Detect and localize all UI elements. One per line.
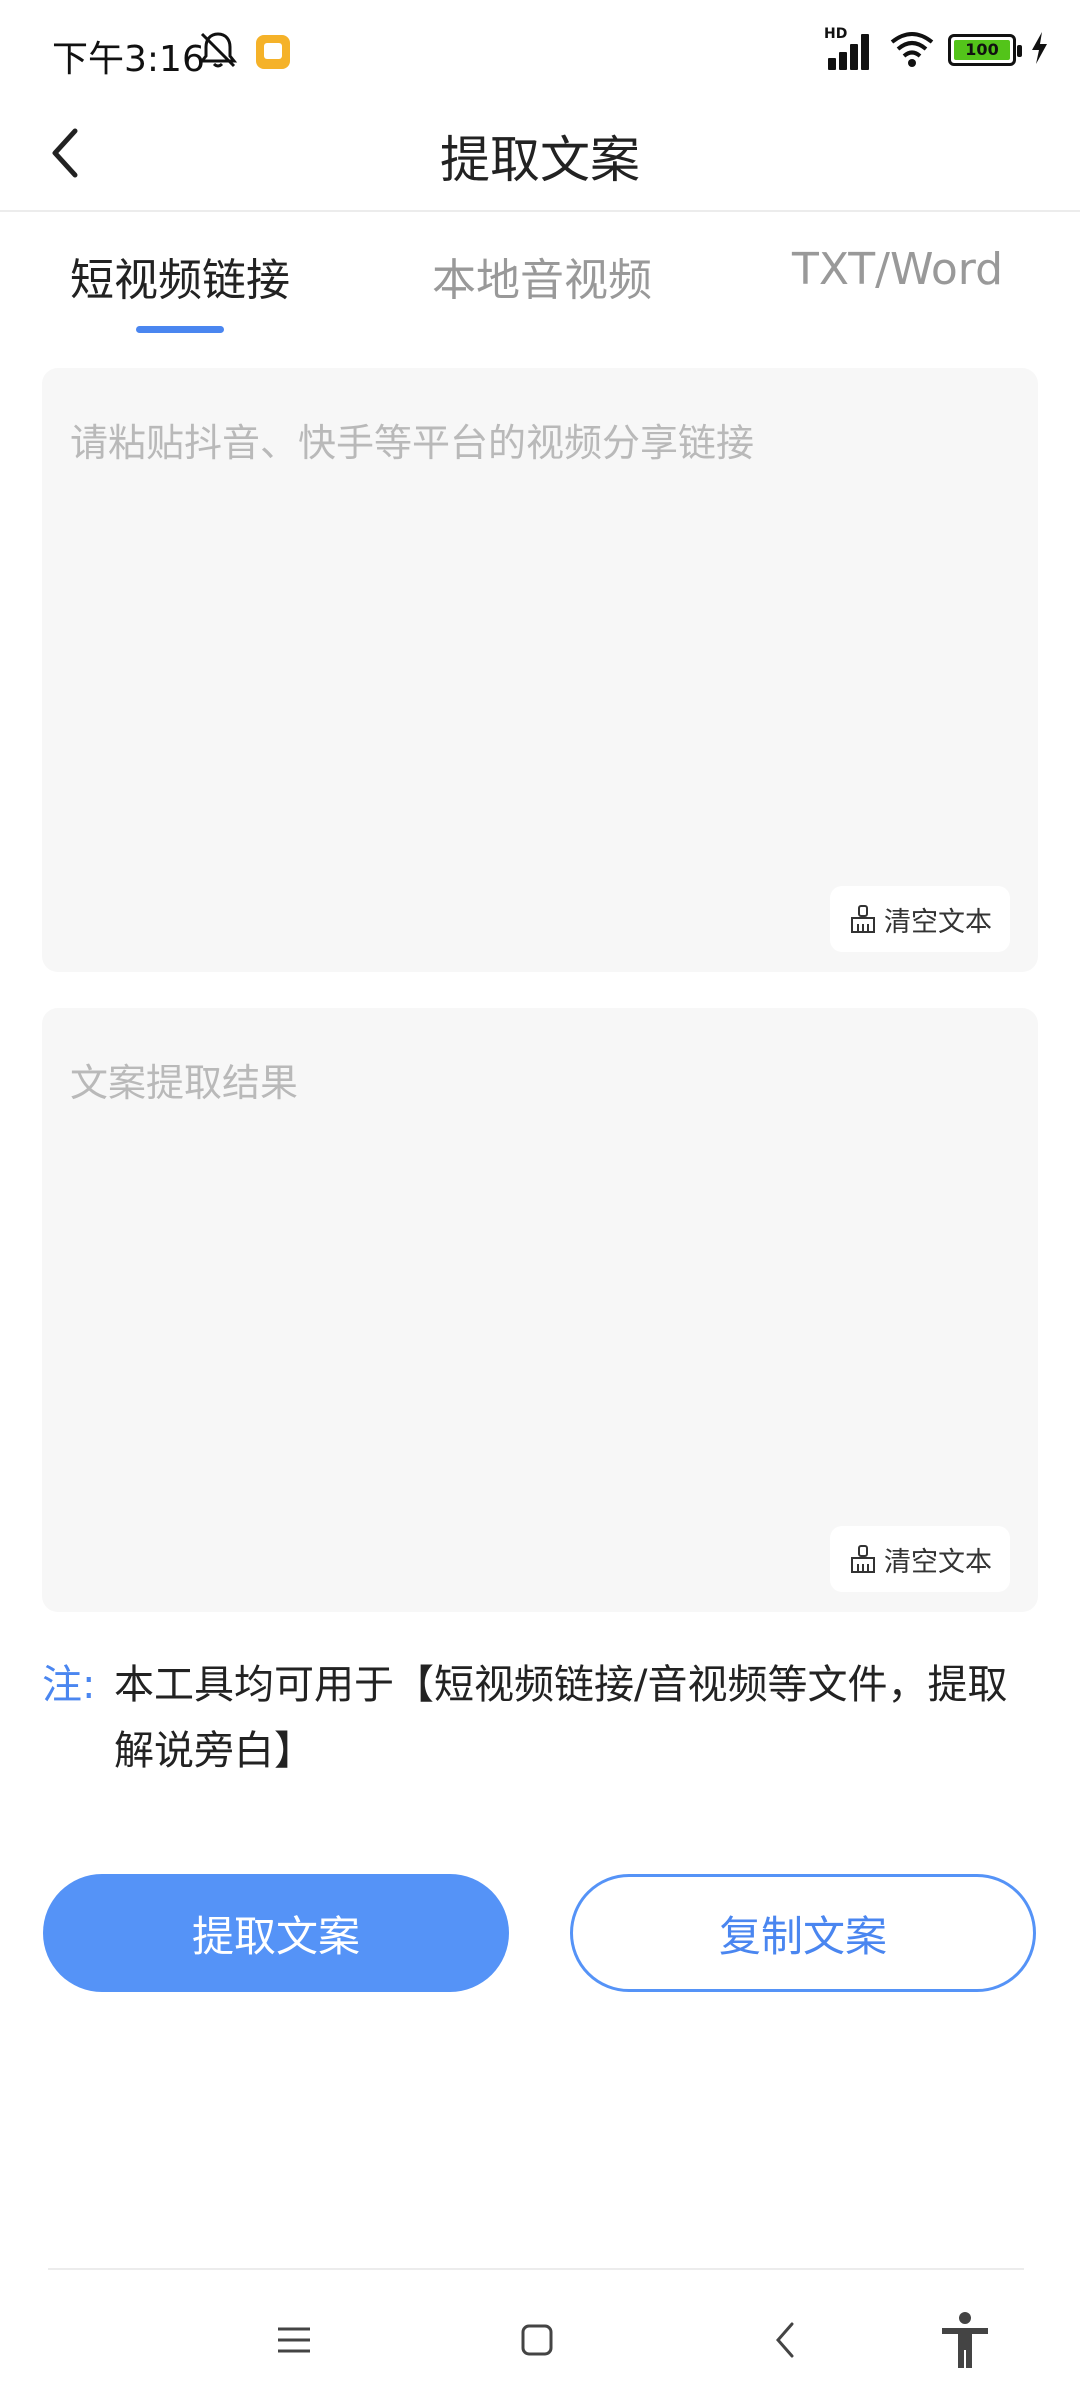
tab-local-media[interactable]: 本地音视频: [432, 244, 652, 308]
tab-indicator: [136, 326, 224, 333]
link-input-placeholder: 请粘贴抖音、快手等平台的视频分享链接: [70, 421, 755, 465]
header: 提取文案: [0, 100, 1080, 212]
extract-button[interactable]: 提取文案: [43, 1874, 509, 1992]
clear-link-button[interactable]: 清空文本: [830, 886, 1010, 952]
back-icon: [776, 2322, 794, 2358]
result-output-placeholder: 文案提取结果: [70, 1061, 299, 1105]
home-button[interactable]: [497, 2300, 577, 2380]
clear-result-button[interactable]: 清空文本: [830, 1526, 1010, 1592]
hd-label: HD: [824, 26, 848, 42]
status-time: 下午3:16: [52, 39, 205, 80]
status-left-icons: [196, 30, 290, 74]
status-right-icons: HD 100: [824, 26, 1050, 72]
battery-level: 100: [954, 40, 1010, 60]
menu-icon: [278, 2327, 310, 2353]
menu-button[interactable]: [254, 2300, 334, 2380]
nav-back-button[interactable]: [745, 2300, 825, 2380]
note-text: 本工具均可用于【短视频链接/音视频等文件，提取解说旁白】: [114, 1662, 1008, 1774]
nav-divider: [48, 2268, 1024, 2270]
brush-icon: [851, 905, 875, 933]
accessibility-button[interactable]: [925, 2300, 1005, 2380]
accessibility-icon: [942, 2312, 988, 2368]
clear-link-label: 清空文本: [884, 906, 992, 938]
tab-short-video-link[interactable]: 短视频链接: [70, 244, 290, 308]
system-nav-bar: [0, 2280, 1080, 2390]
status-bar: 下午3:16 HD 100: [0, 0, 1080, 100]
note-label: 注:: [42, 1662, 96, 1708]
signal-icon: HD: [824, 26, 876, 70]
mute-icon: [196, 30, 240, 74]
wifi-icon: [888, 28, 936, 72]
page-title: 提取文案: [440, 131, 640, 189]
usage-note: 注: 本工具均可用于【短视频链接/音视频等文件，提取解说旁白】: [42, 1652, 1042, 1784]
tab-bar: 短视频链接 本地音视频 TXT/Word: [0, 214, 1080, 344]
tab-txt-word[interactable]: TXT/Word: [792, 244, 1003, 295]
link-input[interactable]: 请粘贴抖音、快手等平台的视频分享链接 清空文本: [42, 368, 1038, 972]
clear-result-label: 清空文本: [884, 1546, 992, 1578]
battery-icon: 100: [948, 34, 1022, 66]
message-icon: [256, 35, 290, 69]
result-output[interactable]: 文案提取结果 清空文本: [42, 1008, 1038, 1612]
charging-icon: [1028, 30, 1050, 70]
copy-button[interactable]: 复制文案: [570, 1874, 1036, 1992]
brush-icon: [851, 1545, 875, 1573]
home-square-icon: [521, 2324, 553, 2356]
